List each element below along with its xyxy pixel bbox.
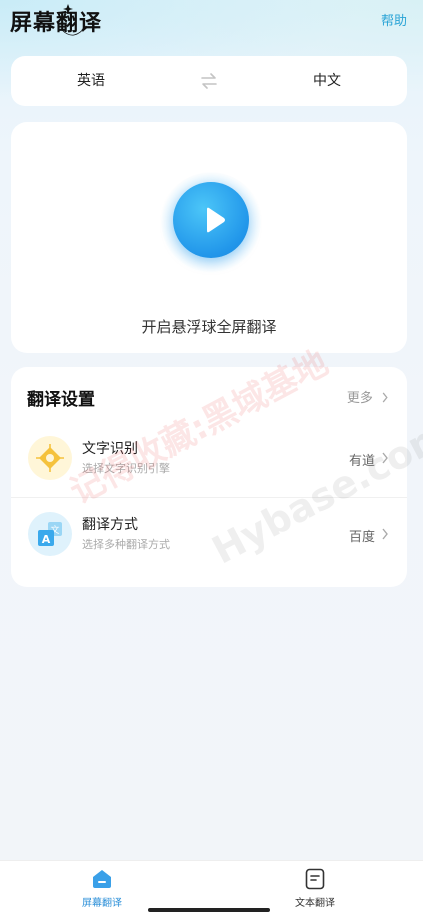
start-floating-ball-button[interactable] bbox=[173, 182, 249, 258]
ocr-title: 文字识别 bbox=[82, 441, 138, 457]
floating-ball-card: 开启悬浮球全屏翻译 bbox=[11, 122, 407, 353]
language-selector: 英语 中文 bbox=[11, 56, 407, 106]
source-language[interactable]: 英语 bbox=[11, 56, 171, 106]
help-link[interactable]: 帮助 bbox=[381, 10, 407, 29]
chevron-right-icon bbox=[382, 528, 388, 540]
chevron-right-icon bbox=[382, 392, 388, 403]
more-link[interactable]: 更多 bbox=[347, 387, 389, 406]
sparkle-icon bbox=[61, 4, 87, 36]
translate-mode-value: 百度 bbox=[348, 530, 375, 545]
target-language[interactable]: 中文 bbox=[247, 56, 407, 106]
home-indicator[interactable] bbox=[148, 908, 270, 912]
translate-az-icon: 文 A bbox=[28, 512, 72, 556]
translate-mode-subtitle: 选择多种翻译方式 bbox=[82, 538, 170, 551]
svg-text:A: A bbox=[42, 533, 51, 546]
settings-title: 翻译设置 bbox=[27, 390, 95, 410]
tab-text-translate[interactable]: 文本翻译 bbox=[265, 867, 365, 913]
swap-arrows-icon[interactable] bbox=[199, 72, 219, 90]
translation-settings-card: 翻译设置 更多 文字识别 选择文字识别引擎 有道 文 A 翻译方式 选择多种翻译… bbox=[11, 367, 407, 587]
more-label: 更多 bbox=[346, 391, 373, 406]
page-title: 屏幕翻译 bbox=[10, 11, 103, 36]
settings-row-ocr[interactable]: 文字识别 选择文字识别引擎 有道 bbox=[11, 422, 407, 496]
play-icon bbox=[207, 207, 225, 233]
launch-label: 开启悬浮球全屏翻译 bbox=[141, 318, 277, 336]
screen-translate-icon bbox=[93, 870, 111, 888]
ocr-diamond-icon bbox=[28, 436, 72, 480]
ocr-engine-value: 有道 bbox=[348, 454, 375, 469]
settings-row-translate-mode[interactable]: 文 A 翻译方式 选择多种翻译方式 百度 bbox=[11, 497, 407, 571]
ocr-subtitle: 选择文字识别引擎 bbox=[82, 462, 170, 475]
chevron-right-icon bbox=[382, 452, 388, 464]
translate-mode-title: 翻译方式 bbox=[82, 517, 138, 533]
tab-screen-translate[interactable]: 屏幕翻译 bbox=[52, 867, 152, 913]
header: 屏幕翻译 帮助 bbox=[0, 0, 423, 44]
tab-text-translate-label: 文本翻译 bbox=[295, 898, 335, 909]
tab-screen-translate-label: 屏幕翻译 bbox=[82, 898, 122, 909]
text-translate-icon bbox=[305, 868, 325, 890]
